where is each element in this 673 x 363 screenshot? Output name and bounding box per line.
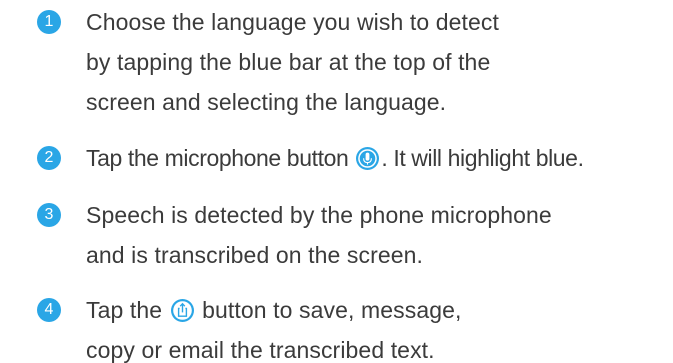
- step-number-badge: 4: [37, 298, 61, 322]
- step-line: Choose the language you wish to detect: [86, 9, 499, 35]
- step-line: by tapping the blue bar at the top of th…: [86, 49, 491, 75]
- share-icon: [170, 295, 195, 322]
- step-text: Tap the button to save, message, copy or…: [86, 290, 462, 363]
- step-line: Speech is detected by the phone micropho…: [86, 202, 552, 228]
- step-number-badge: 3: [37, 203, 61, 227]
- step-line: Tap the button to save, message,: [86, 290, 462, 330]
- step-text: Speech is detected by the phone micropho…: [86, 195, 552, 275]
- step-number-badge: 1: [37, 10, 61, 34]
- step-text-after-icon: . It will highlight blue.: [381, 145, 584, 171]
- step-text-before-icon: Tap the microphone button: [86, 145, 355, 171]
- step-text-after-icon: button to save, message,: [195, 297, 462, 323]
- step-text-before-icon: Tap the: [86, 297, 169, 323]
- step-text: Choose the language you wish to detect b…: [86, 2, 499, 122]
- microphone-icon: [355, 143, 380, 170]
- step-line: and is transcribed on the screen.: [86, 242, 423, 268]
- step-line: screen and selecting the language.: [86, 89, 447, 115]
- step-text: Tap the microphone button . It will high…: [86, 138, 584, 178]
- step-number-badge: 2: [37, 146, 61, 170]
- step-line: copy or email the transcribed text.: [86, 337, 435, 363]
